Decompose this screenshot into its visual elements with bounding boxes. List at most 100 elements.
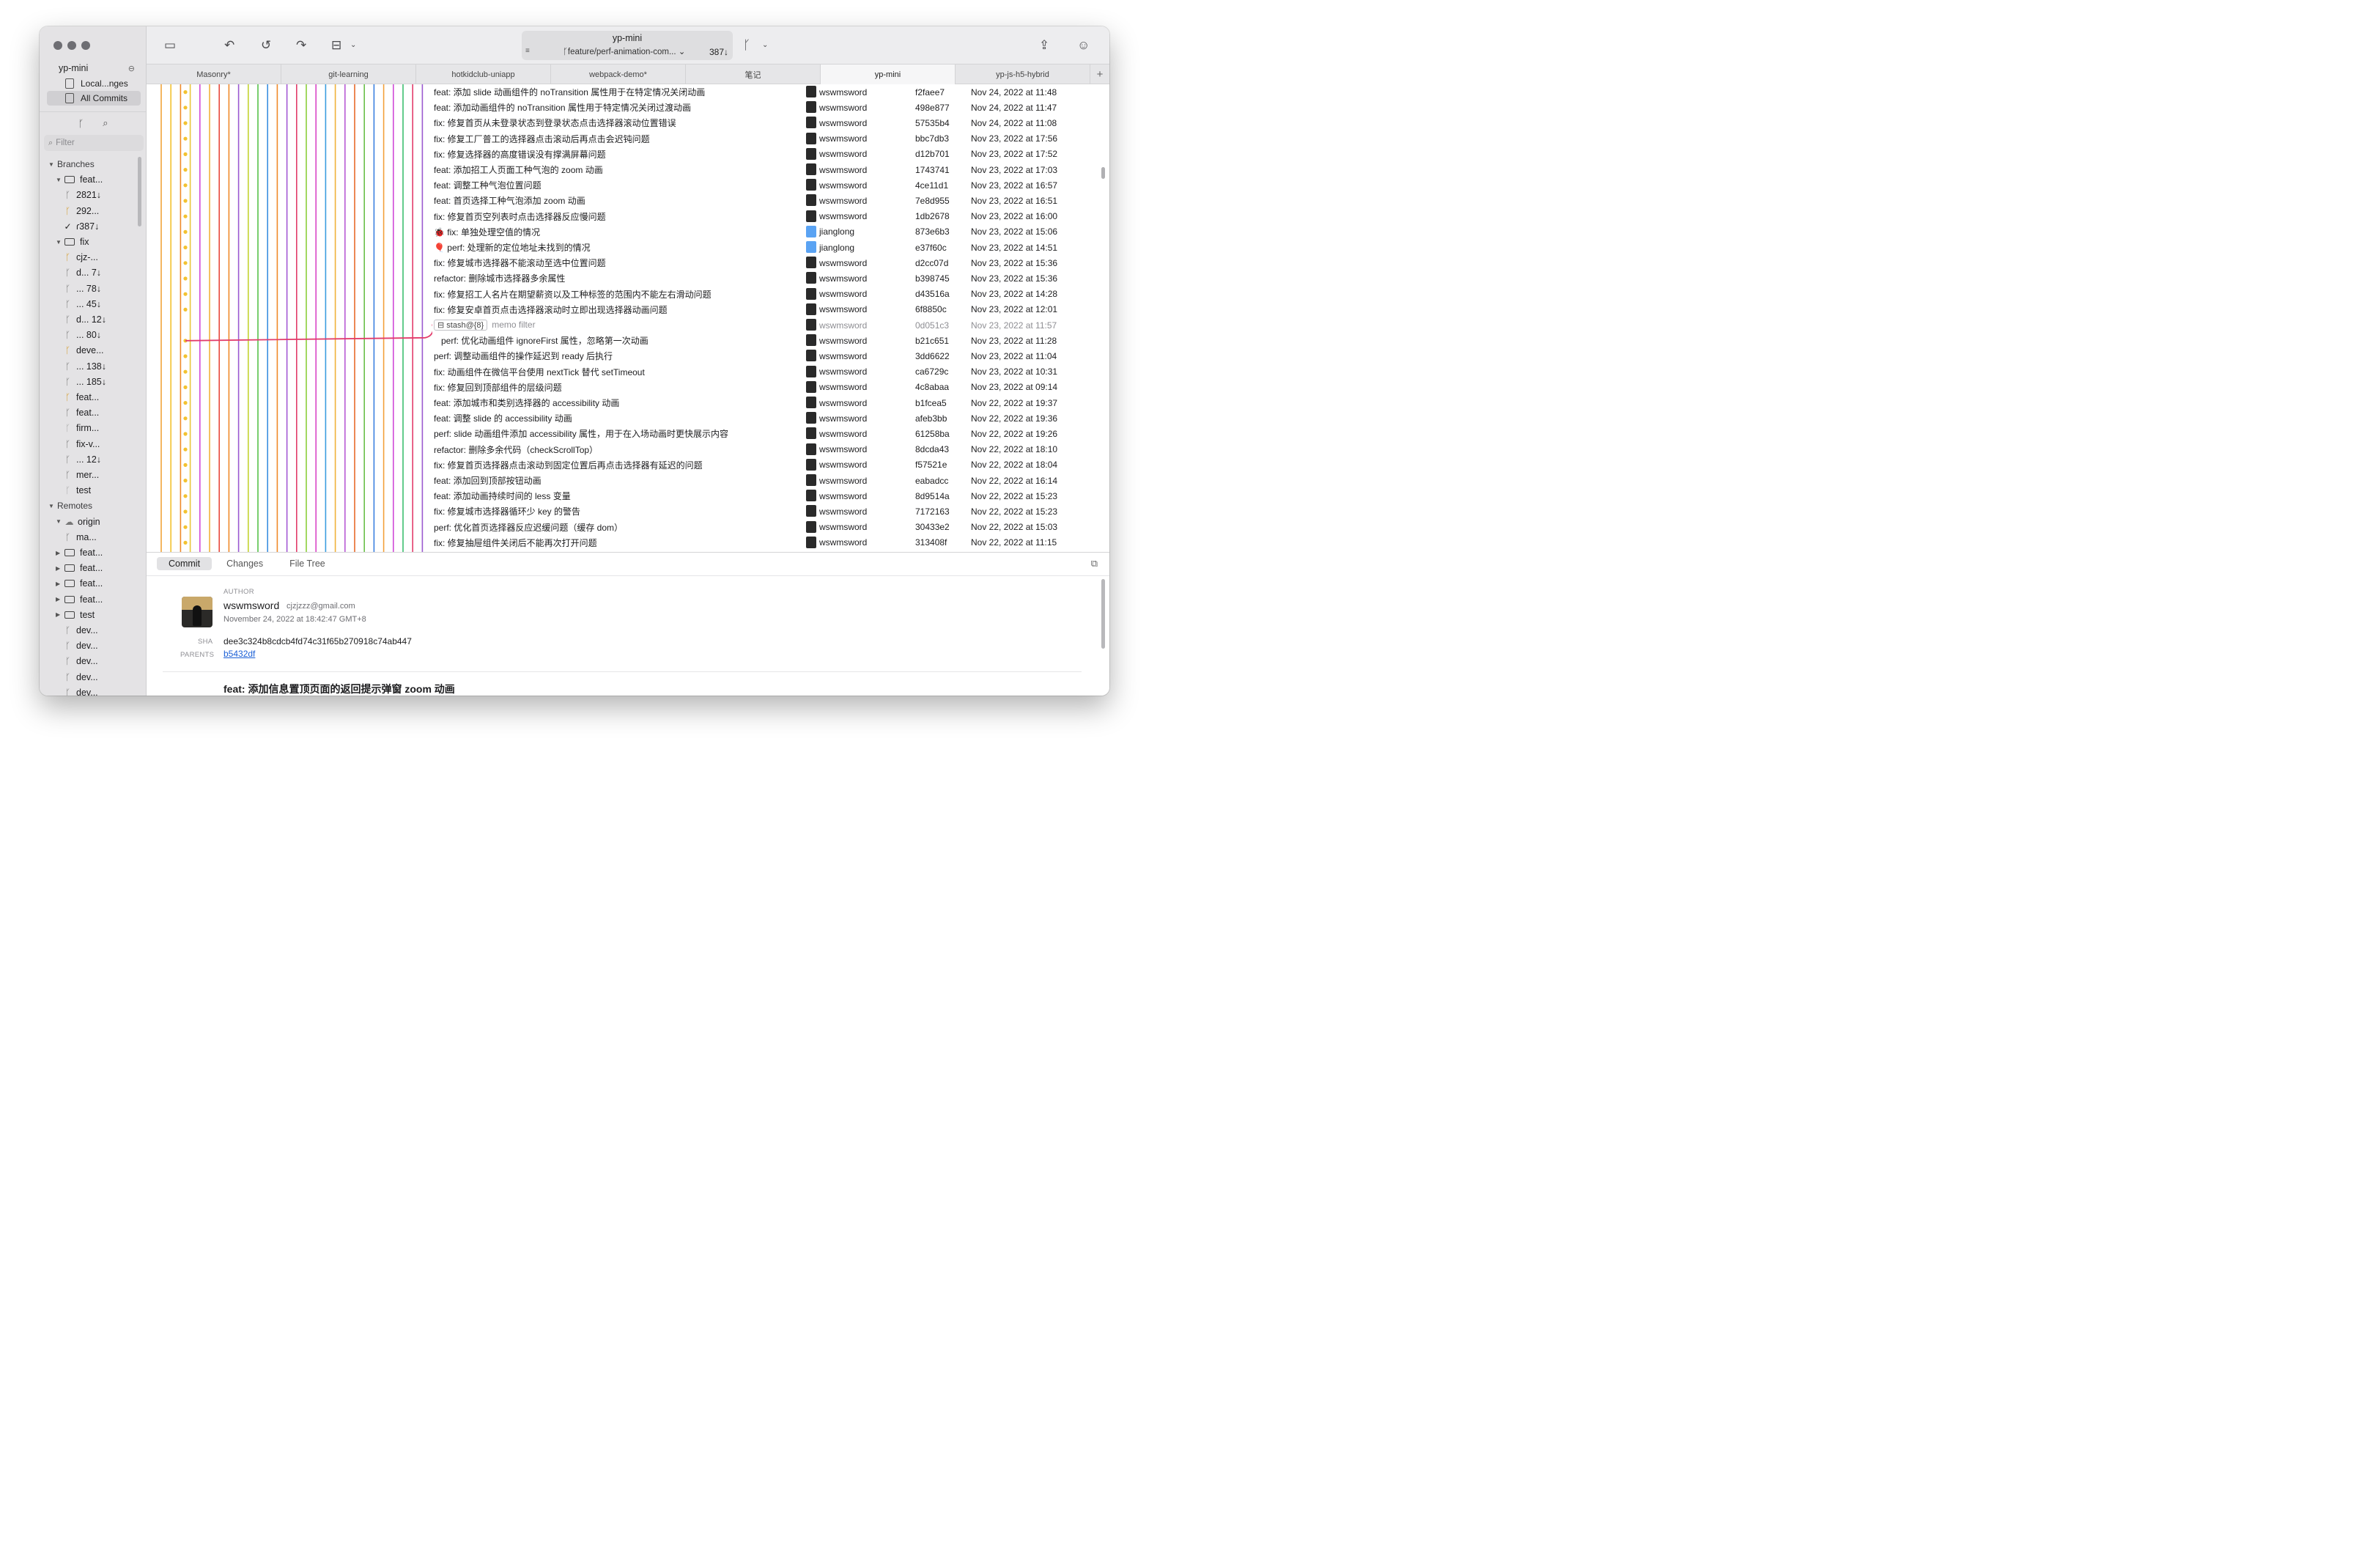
section-header[interactable]: ▼ Branches: [48, 157, 95, 172]
branch-item[interactable]: ᚴ d... 12↓: [63, 312, 106, 327]
commit-node[interactable]: [183, 525, 188, 529]
branch-icon[interactable]: ᚴ: [743, 37, 750, 54]
undo-icon[interactable]: ↶: [224, 37, 234, 54]
commit-row[interactable]: refactor: 删除多余代码（checkScrollTop） wswmswor…: [432, 442, 1099, 457]
commit-node[interactable]: [183, 276, 188, 281]
chevron-down-icon[interactable]: ▼: [48, 503, 57, 509]
commit-row[interactable]: fix: 修复回到顶部组件的层级问题 wswmsword 4c8abaa Nov 23…: [432, 380, 1099, 395]
commit-node[interactable]: [183, 261, 188, 265]
branch-item[interactable]: ᚴ d... 7↓: [63, 265, 101, 280]
chevron-right-icon[interactable]: ▶: [56, 596, 64, 602]
commit-node[interactable]: [183, 199, 188, 203]
tab-2[interactable]: hotkidclub-uniapp: [416, 64, 551, 84]
commit-node[interactable]: [183, 229, 188, 234]
commit-node[interactable]: [183, 385, 188, 389]
stash-row[interactable]: ⊟ stash@{8} memo filter wswmsword 0d051c3 No…: [432, 317, 1099, 333]
commit-node[interactable]: [183, 121, 188, 125]
branch-item[interactable]: ᚴ dev...: [63, 638, 98, 653]
commit-node[interactable]: [183, 369, 188, 374]
tab-1[interactable]: git-learning: [281, 64, 416, 84]
fetch-icon[interactable]: ↺: [261, 37, 271, 54]
search-icon[interactable]: ⌕: [103, 117, 108, 129]
parent-link[interactable]: b5432df: [223, 649, 255, 659]
branch-icon[interactable]: ᚴ: [78, 118, 84, 129]
branch-item[interactable]: ᚴ 292...: [63, 204, 99, 218]
chevron-down-icon[interactable]: ▼: [48, 161, 57, 168]
tab-commit[interactable]: Commit: [157, 557, 212, 570]
commit-node[interactable]: [183, 416, 188, 421]
commit-node[interactable]: [183, 354, 188, 358]
commit-node[interactable]: [183, 447, 188, 452]
chevron-right-icon[interactable]: ▶: [56, 580, 64, 587]
branch-item[interactable]: ᚴ ma...: [63, 530, 97, 545]
branch-item[interactable]: ᚴ deve...: [63, 343, 104, 358]
commit-row[interactable]: fix: 修复招工人名片在期望薪资以及工种标签的范围内不能左右滑动问题 wswms…: [432, 287, 1099, 302]
commit-row[interactable]: fix: 修复首页从未登录状态到登录状态点击选择器滚动位置错误 wswmsword…: [432, 115, 1099, 130]
sidebar-item-local-changes[interactable]: Local...nges: [47, 76, 141, 91]
commit-row[interactable]: 🎈 perf: 处理新的定位地址未找到的情况 jianglong e37f60c No…: [432, 240, 1099, 255]
commit-node[interactable]: [183, 432, 188, 436]
minimize-window-button[interactable]: [67, 41, 76, 50]
commit-node[interactable]: [183, 90, 188, 95]
branch-folder[interactable]: ▼ feat...: [56, 172, 103, 187]
sidebar-item-all-commits[interactable]: All Commits: [47, 91, 141, 106]
branch-folder[interactable]: ▶ feat...: [56, 545, 103, 560]
branch-item[interactable]: ᚴ feat...: [63, 405, 99, 420]
branch-item[interactable]: ᚴ dev...: [63, 623, 98, 638]
chevron-right-icon[interactable]: ▶: [56, 611, 64, 618]
share-icon[interactable]: ⇪: [1039, 37, 1049, 54]
tab-6[interactable]: yp-js-h5-hybrid: [956, 64, 1090, 84]
branch-item[interactable]: ᚴ ... 80↓: [63, 328, 101, 342]
folder-icon[interactable]: ▭: [164, 37, 176, 54]
branch-item[interactable]: ᚴ ... 45↓: [63, 297, 101, 312]
commit-node[interactable]: [183, 292, 188, 296]
commit-row[interactable]: fix: 修复城市选择器循环少 key 的警告 wswmsword 7172163 N…: [432, 504, 1099, 519]
remote-item[interactable]: ▼ ☁ origin: [56, 515, 100, 529]
commit-row[interactable]: perf: 优化动画组件 ignoreFirst 属性，忽略第一次动画 wswms…: [432, 333, 1099, 348]
commit-row[interactable]: perf: 优化首页选择器反应迟缓问题（缓存 dom） wswmsword 3043…: [432, 520, 1099, 535]
branch-item[interactable]: ᚴ fix-v...: [63, 437, 100, 452]
branch-folder[interactable]: ▶ feat...: [56, 561, 103, 575]
commit-row[interactable]: 🐞 fix: 单独处理空值的情况 jianglong 873e6b3 Nov 23, …: [432, 224, 1099, 240]
commit-node[interactable]: [183, 136, 188, 141]
detail-scrollbar[interactable]: [1101, 579, 1105, 649]
branch-item[interactable]: ᚴ ... 78↓: [63, 281, 101, 296]
open-external-icon[interactable]: ⧉: [1091, 558, 1098, 570]
chevron-down-icon[interactable]: ▼: [56, 518, 64, 525]
sidebar-scrollbar[interactable]: [138, 157, 141, 226]
chevron-down-icon[interactable]: ⌄: [762, 37, 768, 54]
tab-0[interactable]: Masonry*: [147, 64, 281, 84]
commit-row[interactable]: refactor: 删除城市选择器多余属性 wswmsword b398745 Nov…: [432, 270, 1099, 286]
commit-node[interactable]: [183, 307, 188, 312]
branch-item[interactable]: ᚴ test: [63, 483, 91, 498]
commit-row[interactable]: fix: 修复工厂普工的选择器点击滚动后再点击会迟钝问题 wswmsword bbc…: [432, 131, 1099, 147]
chevron-right-icon[interactable]: ▶: [56, 550, 64, 556]
branch-folder[interactable]: ▶ feat...: [56, 576, 103, 591]
close-window-button[interactable]: [53, 41, 62, 50]
commit-row[interactable]: feat: 调整 slide 的 accessibility 动画 wswmswo…: [432, 410, 1099, 426]
commit-row[interactable]: fix: 动画组件在微信平台使用 nextTick 替代 setTimeout w…: [432, 364, 1099, 380]
commit-row[interactable]: perf: slide 动画组件添加 accessibility 属性，用于在入…: [432, 426, 1099, 441]
chevron-down-icon[interactable]: ⌄: [350, 37, 356, 54]
tab-file-tree[interactable]: File Tree: [278, 557, 337, 570]
branch-item[interactable]: ᚴ dev...: [63, 685, 98, 696]
redo-icon[interactable]: ↷: [296, 37, 306, 54]
branch-item[interactable]: ᚴ ... 185↓: [63, 375, 106, 389]
commit-node[interactable]: [183, 106, 188, 110]
commit-row[interactable]: fix: 修复城市选择器不能滚动至选中位置问题 wswmsword d2cc07d N…: [432, 255, 1099, 270]
commit-row[interactable]: feat: 首页选择工种气泡添加 zoom 动画 wswmsword 7e8d955…: [432, 193, 1099, 208]
repo-header[interactable]: yp-mini ⊖: [59, 62, 135, 74]
commit-row[interactable]: fix: 修复安卓首页点击选择器滚动时立即出现选择器动画问题 wswmsword 6…: [432, 302, 1099, 317]
branch-item[interactable]: ᚴ ... 12↓: [63, 452, 101, 467]
commit-row[interactable]: perf: 调整动画组件的操作延迟到 ready 后执行 wswmsword 3dd…: [432, 348, 1099, 364]
branch-item[interactable]: ᚴ dev...: [63, 670, 98, 685]
branch-item[interactable]: ᚴ feat...: [63, 390, 99, 405]
commit-row[interactable]: feat: 添加回到顶部按钮动画 wswmsword eabadcc Nov 22, …: [432, 473, 1099, 488]
commit-row[interactable]: fix: 修复抽屉组件关闭后不能再次打开问题 wswmsword 313408f No…: [432, 535, 1099, 550]
stash-icon[interactable]: ⊟: [331, 37, 341, 54]
commit-node[interactable]: [183, 494, 188, 498]
commit-row[interactable]: feat: 添加动画持续时间的 less 变量 wswmsword 8d9514a N…: [432, 488, 1099, 504]
commit-row[interactable]: feat: 添加 slide 动画组件的 noTransition 属性用于在特…: [432, 84, 1099, 100]
commit-node[interactable]: [183, 168, 188, 172]
branch-item[interactable]: ᚴ cjz-...: [63, 250, 98, 265]
